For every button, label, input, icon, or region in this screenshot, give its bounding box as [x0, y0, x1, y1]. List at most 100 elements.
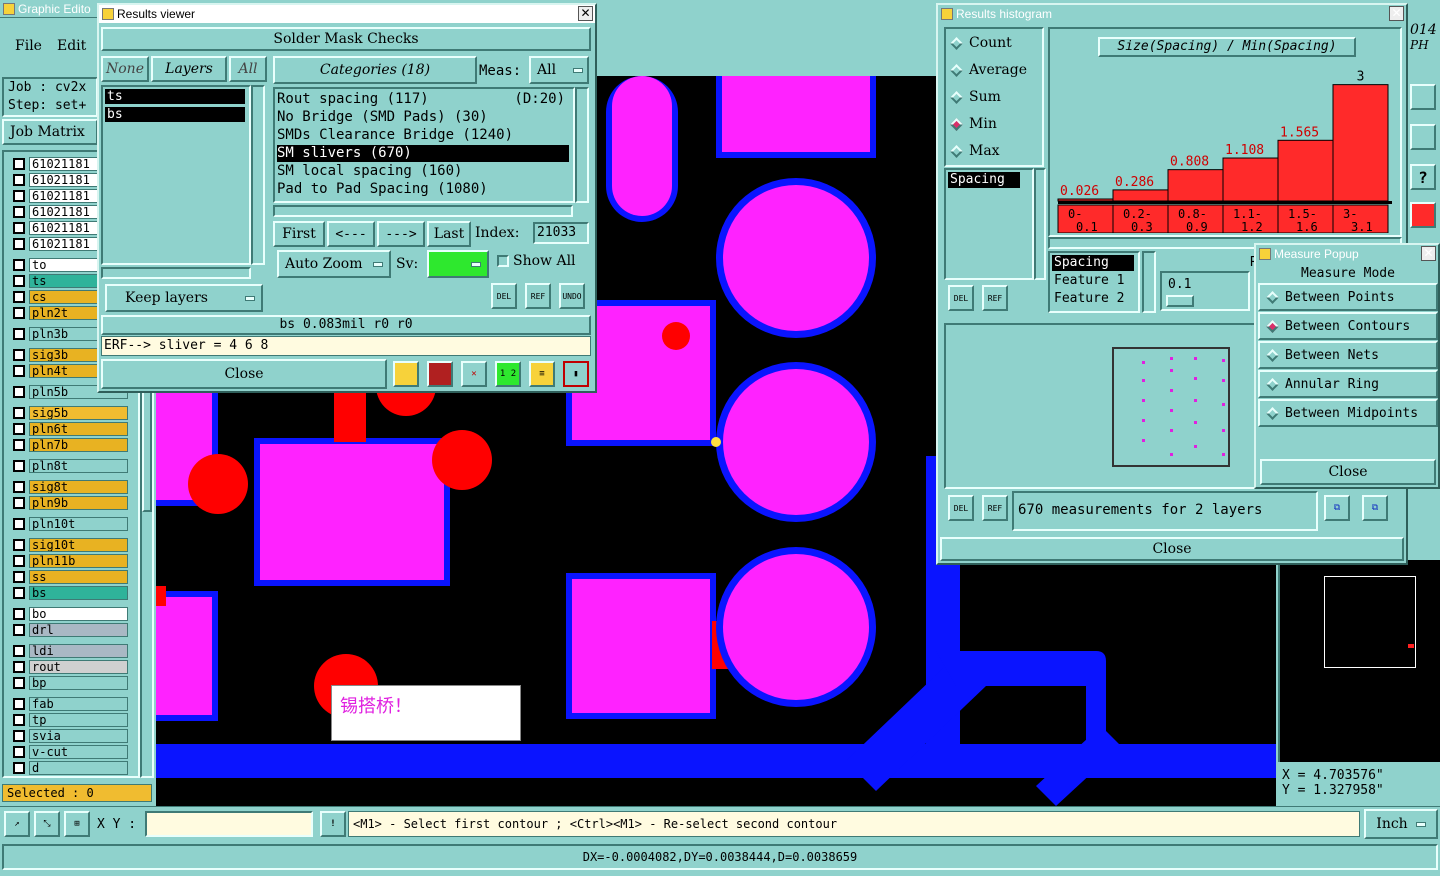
layer-checkbox[interactable]	[13, 205, 25, 218]
measure-tool-icon[interactable]: ⤡	[34, 811, 60, 837]
measure-mode-item[interactable]: Between Contours	[1258, 312, 1438, 340]
layer-checkbox[interactable]	[13, 422, 25, 435]
prev-button[interactable]: <---	[327, 221, 375, 247]
layer-checkbox[interactable]	[13, 607, 25, 620]
mode-min[interactable]: Min	[950, 116, 997, 132]
layer-row[interactable]: svia	[10, 728, 128, 743]
layer-row[interactable]: pln10t	[10, 516, 128, 531]
layer-row[interactable]: pln7b	[10, 437, 128, 452]
highlight-icon[interactable]	[393, 361, 419, 387]
feature-list[interactable]: Spacing Feature 1 Feature 2	[1048, 251, 1140, 313]
layer-checkbox[interactable]	[13, 745, 25, 758]
layer-row[interactable]: ss	[10, 569, 128, 584]
attr-vscroll[interactable]	[1034, 168, 1046, 280]
next-button[interactable]: --->	[377, 221, 425, 247]
layer-row[interactable]: fab	[10, 696, 128, 711]
zoom-to-icon[interactable]: ⧉	[1324, 495, 1350, 521]
layer-checkbox[interactable]	[13, 364, 25, 377]
report-icon[interactable]: ≡	[529, 361, 555, 387]
show-all-checkbox[interactable]	[497, 255, 509, 267]
del-button[interactable]: DEL	[491, 283, 517, 309]
meas-select[interactable]: All	[529, 56, 589, 84]
mode-sum[interactable]: Sum	[950, 89, 1001, 105]
layer-row[interactable]: rout	[10, 659, 128, 674]
category-item[interactable]: SM local spacing (160)	[277, 163, 569, 180]
feature-vscroll[interactable]	[1142, 251, 1156, 313]
last-button[interactable]: Last	[427, 221, 471, 247]
categories-vscroll[interactable]	[575, 87, 589, 203]
layer-checkbox[interactable]	[13, 438, 25, 451]
close-icon[interactable]: ✕	[578, 6, 593, 21]
category-item[interactable]: Pad to Pad Spacing (1080)	[277, 181, 569, 198]
layer-checkbox[interactable]	[13, 237, 25, 250]
close-icon[interactable]: ✕	[1421, 246, 1436, 261]
histogram-bar[interactable]	[1167, 169, 1224, 202]
layer-checkbox[interactable]	[13, 676, 25, 689]
layer-row[interactable]: pln9b	[10, 495, 128, 510]
layer-row[interactable]: sig8t	[10, 479, 128, 494]
measure-mode-item[interactable]: Between Midpoints	[1258, 399, 1438, 427]
categories-button[interactable]: Categories (18)	[273, 56, 477, 84]
sv-color-select[interactable]	[427, 250, 489, 278]
layer-row[interactable]: v-cut	[10, 744, 128, 759]
measure-mode-item[interactable]: Annular Ring	[1258, 370, 1438, 398]
histogram-bar[interactable]	[1332, 84, 1389, 202]
palette-icon[interactable]	[1410, 202, 1436, 228]
layers-list[interactable]: ts bs	[101, 85, 251, 265]
none-button[interactable]: None	[101, 56, 149, 82]
layer-row[interactable]: sig5b	[10, 405, 128, 420]
layer-checkbox[interactable]	[13, 189, 25, 202]
layer-checkbox[interactable]	[13, 496, 25, 509]
mode-max[interactable]: Max	[950, 143, 1000, 159]
attr-item-selected[interactable]: Spacing	[948, 172, 1020, 188]
hist-ref-button[interactable]: REF	[982, 285, 1008, 311]
hist-del-button[interactable]: DEL	[948, 285, 974, 311]
layer-row[interactable]: bs	[10, 585, 128, 600]
measure-mode-item[interactable]: Between Points	[1258, 283, 1438, 311]
layer-checkbox[interactable]	[13, 660, 25, 673]
undo-button[interactable]: UNDO	[559, 283, 585, 309]
xy-input[interactable]	[145, 811, 313, 837]
layer-checkbox[interactable]	[13, 406, 25, 419]
menu-edit[interactable]: Edit	[57, 38, 86, 54]
layer-checkbox[interactable]	[13, 644, 25, 657]
layer-row[interactable]: ldi	[10, 643, 128, 658]
histogram-close-button[interactable]: Close	[940, 537, 1404, 561]
layer-checkbox[interactable]	[13, 713, 25, 726]
slider-thumb[interactable]	[1166, 295, 1194, 307]
mode-average[interactable]: Average	[950, 62, 1027, 78]
pan-to-icon[interactable]: ⧉	[1362, 495, 1388, 521]
ref-clear-icon[interactable]: ✕	[461, 361, 487, 387]
overview-map[interactable]	[1278, 560, 1440, 762]
categories-hscroll[interactable]	[273, 205, 573, 217]
close-icon[interactable]: ✕	[1389, 6, 1404, 21]
layer-row[interactable]: pln6t	[10, 421, 128, 436]
results-close-button[interactable]: Close	[101, 359, 387, 389]
layer-row[interactable]: drl	[10, 622, 128, 637]
category-item-selected[interactable]: SM slivers (670)	[277, 145, 569, 162]
layer-item-bs[interactable]: bs	[105, 107, 245, 122]
layer-row[interactable]: bp	[10, 675, 128, 690]
layer-checkbox[interactable]	[13, 729, 25, 742]
layout-tool-icon[interactable]	[1410, 124, 1436, 150]
layer-checkbox[interactable]	[13, 157, 25, 170]
keep-layers-select[interactable]: Keep layers	[105, 284, 263, 312]
layer-row[interactable]: bo	[10, 606, 128, 621]
layer-checkbox[interactable]	[13, 538, 25, 551]
histogram-bar[interactable]	[1277, 139, 1334, 202]
unit-select[interactable]: Inch	[1364, 809, 1438, 839]
layers-hscroll[interactable]	[101, 267, 251, 279]
layer-checkbox[interactable]	[13, 570, 25, 583]
histogram-icon[interactable]: ▮	[563, 361, 589, 387]
compare-icon[interactable]: 1 2	[495, 361, 521, 387]
histogram-bar[interactable]	[1222, 157, 1279, 202]
layer-checkbox[interactable]	[13, 623, 25, 636]
layer-row[interactable]: flatten	[10, 776, 128, 778]
category-item[interactable]: Rout spacing (117) (D:20)	[277, 91, 569, 108]
auto-zoom-select[interactable]: Auto Zoom	[277, 250, 391, 278]
category-item[interactable]: No Bridge (SMD Pads) (30)	[277, 109, 569, 126]
layer-row[interactable]: sig10t	[10, 537, 128, 552]
pointer-tool-icon[interactable]: ↗	[4, 811, 30, 837]
info-icon[interactable]: !	[320, 811, 346, 837]
layer-row[interactable]: pln8t	[10, 458, 128, 473]
